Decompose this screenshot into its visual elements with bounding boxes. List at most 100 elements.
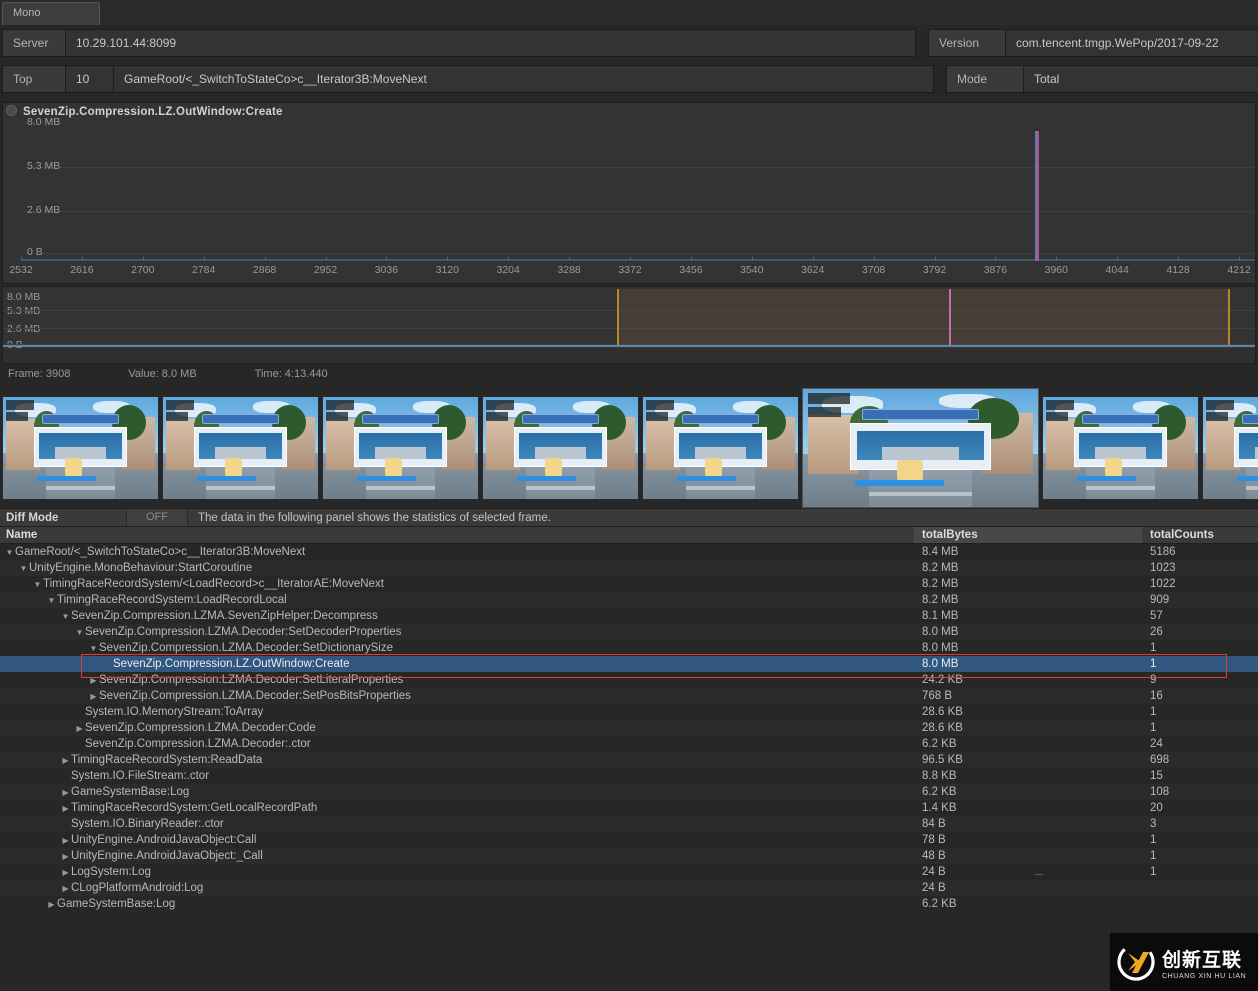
chart-y-tick-label: 8.0 MB xyxy=(27,116,61,128)
table-cell-name-label: GameRoot/<_SwitchToStateCo>c__Iterator3B… xyxy=(15,546,306,558)
table-cell-name: ▶ TimingRaceRecordSystem:ReadData xyxy=(0,754,914,766)
thumb-panel-image xyxy=(518,433,603,459)
chart-x-tick-label: 2868 xyxy=(252,264,277,276)
table-row[interactable]: ▼ SevenZip.Compression.LZMA.Decoder:SetDe… xyxy=(0,624,1258,640)
table-row[interactable]: ▼ SevenZip.Compression.LZMA.Decoder:SetDi… xyxy=(0,640,1258,656)
expand-arrow-open-icon[interactable]: ▼ xyxy=(88,644,99,653)
table-row[interactable]: ▼ TimingRaceRecordSystem/<LoadRecord>c__I… xyxy=(0,576,1258,592)
expand-arrow-open-icon[interactable]: ▼ xyxy=(32,580,43,589)
expand-arrow-open-icon[interactable]: ▼ xyxy=(74,628,85,637)
table-cell-total-bytes: 24 B xyxy=(922,866,946,878)
table-row[interactable]: ▼ UnityEngine.MonoBehaviour:StartCoroutin… xyxy=(0,560,1258,576)
thumb-badge xyxy=(1046,400,1074,411)
table-row[interactable]: ▶ LogSystem:Log 24 B 1 xyxy=(0,864,1258,880)
expand-arrow-open-icon[interactable]: ▼ xyxy=(4,548,15,557)
table-row[interactable]: SevenZip.Compression.LZMA.Decoder:.ctor 6… xyxy=(0,736,1258,752)
watermark-cn: 创新互联 xyxy=(1162,948,1243,971)
thumb-caption xyxy=(1246,485,1258,490)
thumbnail[interactable] xyxy=(1202,396,1258,500)
overview-selection-region[interactable] xyxy=(617,289,1229,347)
expand-arrow-closed-icon[interactable]: ▶ xyxy=(88,692,99,701)
overview-plot[interactable]: 8.0 MB5.3 MB2.6 MB0 B xyxy=(3,289,1255,351)
chart-y-tick-label: 5.3 MB xyxy=(27,160,61,172)
table-row[interactable]: ▶ SevenZip.Compression.LZMA.Decoder:Code 2… xyxy=(0,720,1258,736)
chart-plot-area[interactable]: 8.0 MB 5.3 MB 2.6 MB 0 B xyxy=(21,116,1255,261)
frame-overview-strip[interactable]: 8.0 MB5.3 MB2.6 MB0 B xyxy=(2,286,1256,364)
expand-arrow-closed-icon[interactable]: ▶ xyxy=(46,900,57,909)
chart-x-tick-label: 3876 xyxy=(983,264,1008,276)
thumb-badge xyxy=(6,400,34,411)
table-row[interactable]: SevenZip.Compression.LZ.OutWindow:Create… xyxy=(0,656,1258,672)
table-row[interactable]: ▶ CLogPlatformAndroid:Log 24 B xyxy=(0,880,1258,896)
overview-y-tick-label: 5.3 MB xyxy=(7,305,41,317)
table-cell-name: System.IO.FileStream:.ctor xyxy=(0,770,914,782)
thumb-panel-road xyxy=(695,447,746,459)
thumbnail[interactable] xyxy=(2,396,159,500)
thumbnail[interactable] xyxy=(162,396,319,500)
mode-select[interactable]: Total xyxy=(1024,65,1258,93)
version-input[interactable]: com.tencent.tmgp.WePop/2017-09-22 xyxy=(1006,29,1258,57)
table-row[interactable]: System.IO.BinaryReader:.ctor 84 B 3 xyxy=(0,816,1258,832)
table-cell-total-bytes: 6.2 KB xyxy=(922,898,957,910)
table-cell-total-bytes: 1.4 KB xyxy=(922,802,957,814)
memory-chart[interactable]: SevenZip.Compression.LZ.OutWindow:Create… xyxy=(2,102,1256,284)
expand-arrow-closed-icon[interactable]: ▶ xyxy=(60,836,71,845)
table-row[interactable]: ▶ SevenZip.Compression.LZMA.Decoder:SetLi… xyxy=(0,672,1258,688)
thumb-panel-road xyxy=(1095,447,1146,459)
table-row[interactable]: ▶ TimingRaceRecordSystem:GetLocalRecordPa… xyxy=(0,800,1258,816)
table-row[interactable]: ▼ SevenZip.Compression.LZMA.SevenZipHelpe… xyxy=(0,608,1258,624)
table-row[interactable]: ▶ SevenZip.Compression.LZMA.Decoder:SetPo… xyxy=(0,688,1258,704)
thumbnail[interactable] xyxy=(1042,396,1199,500)
expand-arrow-closed-icon[interactable]: ▶ xyxy=(60,804,71,813)
column-header-total-bytes[interactable]: totalBytes xyxy=(914,527,1142,543)
expand-arrow-closed-icon[interactable]: ▶ xyxy=(88,676,99,685)
table-row[interactable]: ▶ TimingRaceRecordSystem:ReadData 96.5 KB 6… xyxy=(0,752,1258,768)
expand-arrow-open-icon[interactable]: ▼ xyxy=(18,564,29,573)
expand-arrow-closed-icon[interactable]: ▶ xyxy=(60,884,71,893)
table-cell-name: ▼ SevenZip.Compression.LZMA.SevenZipHelpe… xyxy=(0,610,914,622)
diff-mode-toggle[interactable]: OFF xyxy=(126,509,188,526)
thumbnail[interactable] xyxy=(482,396,639,500)
chart-drag-handle[interactable] xyxy=(6,105,17,116)
thumb-panel-image xyxy=(678,433,763,459)
expand-arrow-closed-icon[interactable]: ▶ xyxy=(60,868,71,877)
server-label: Server xyxy=(2,29,66,57)
tab-mono[interactable]: Mono xyxy=(2,2,100,25)
thumbnail[interactable] xyxy=(322,396,479,500)
chart-x-tick-label: 3624 xyxy=(801,264,825,276)
table-row[interactable]: ▶ UnityEngine.AndroidJavaObject:Call 78 B 1 xyxy=(0,832,1258,848)
expand-arrow-closed-icon[interactable]: ▶ xyxy=(74,724,85,733)
table-cell-name: SevenZip.Compression.LZMA.Decoder:.ctor xyxy=(0,738,914,750)
path-input[interactable]: GameRoot/<_SwitchToStateCo>c__Iterator3B… xyxy=(114,65,934,93)
chart-x-tick-label: 3960 xyxy=(1044,264,1068,276)
table-row[interactable]: System.IO.MemoryStream:ToArray 28.6 KB 1 xyxy=(0,704,1258,720)
top-count-input[interactable]: 10 xyxy=(66,65,114,93)
chart-x-tick-label: 4044 xyxy=(1105,264,1129,276)
table-row[interactable]: ▼ GameRoot/<_SwitchToStateCo>c__Iterator3… xyxy=(0,544,1258,560)
overview-selection-handle-right[interactable] xyxy=(1228,289,1231,347)
expand-arrow-open-icon[interactable]: ▼ xyxy=(46,596,57,605)
chart-x-tick-label: 3708 xyxy=(861,264,886,276)
expand-arrow-open-icon[interactable]: ▼ xyxy=(60,612,71,621)
frame-thumbnail-strip[interactable] xyxy=(0,388,1258,508)
column-header-name[interactable]: Name xyxy=(0,527,914,543)
chart-x-tick-mark xyxy=(508,257,510,261)
table-row[interactable]: ▶ UnityEngine.AndroidJavaObject:_Call 48 B… xyxy=(0,848,1258,864)
table-row[interactable]: System.IO.FileStream:.ctor 8.8 KB 15 xyxy=(0,768,1258,784)
server-input[interactable]: 10.29.101.44:8099 xyxy=(66,29,916,57)
expand-arrow-closed-icon[interactable]: ▶ xyxy=(60,756,71,765)
chart-gridline xyxy=(21,211,1255,212)
table-cell-name: ▶ SevenZip.Compression.LZMA.Decoder:Code xyxy=(0,722,914,734)
expand-arrow-closed-icon[interactable]: ▶ xyxy=(60,852,71,861)
column-header-total-counts[interactable]: totalCounts xyxy=(1142,527,1258,543)
thumb-progress-bar xyxy=(197,475,256,481)
thumb-panel xyxy=(1234,426,1258,468)
thumbnail-selected[interactable] xyxy=(802,388,1039,508)
overview-selection-handle-left[interactable] xyxy=(617,289,620,347)
expand-arrow-closed-icon[interactable]: ▶ xyxy=(60,788,71,797)
call-tree-table[interactable]: ▼ GameRoot/<_SwitchToStateCo>c__Iterator3… xyxy=(0,544,1258,914)
thumbnail[interactable] xyxy=(642,396,799,500)
table-row[interactable]: ▶ GameSystemBase:Log 6.2 KB xyxy=(0,896,1258,912)
table-row[interactable]: ▼ TimingRaceRecordSystem:LoadRecordLocal 8… xyxy=(0,592,1258,608)
table-row[interactable]: ▶ GameSystemBase:Log 6.2 KB 108 xyxy=(0,784,1258,800)
